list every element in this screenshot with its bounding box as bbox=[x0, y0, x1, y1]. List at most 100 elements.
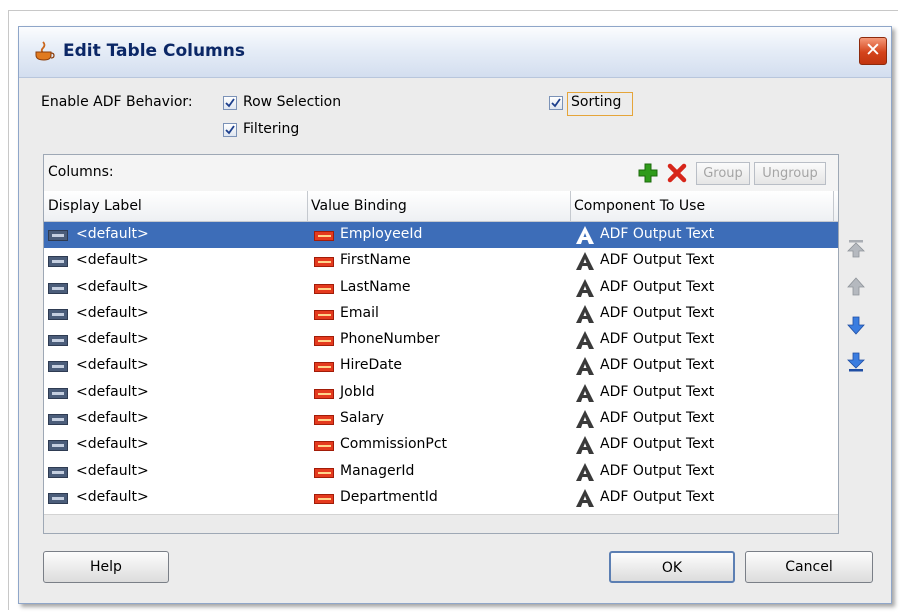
title-bar[interactable]: Edit Table Columns ✕ bbox=[19, 27, 891, 78]
enable-adf-behavior-label: Enable ADF Behavior: bbox=[41, 94, 193, 110]
output-text-component-icon bbox=[576, 252, 594, 271]
value-binding-cell[interactable]: JobId bbox=[340, 384, 375, 400]
table-row[interactable]: <default> PhoneNumber ADF Output Text bbox=[44, 327, 838, 353]
table-row[interactable]: <default> Salary ADF Output Text bbox=[44, 406, 838, 432]
display-label-icon bbox=[48, 335, 68, 347]
value-binding-cell[interactable]: LastName bbox=[340, 279, 410, 295]
column-divider[interactable] bbox=[570, 191, 571, 221]
output-text-component-icon bbox=[576, 410, 594, 429]
delete-icon[interactable] bbox=[666, 162, 688, 184]
frame-top-line bbox=[8, 10, 898, 11]
output-text-component-icon bbox=[576, 278, 594, 297]
move-top-icon[interactable] bbox=[845, 238, 867, 260]
display-label-cell[interactable]: <default> bbox=[76, 489, 149, 505]
value-binding-cell[interactable]: FirstName bbox=[340, 252, 411, 268]
table-row[interactable]: <default> Email ADF Output Text bbox=[44, 301, 838, 327]
column-header-row: Display Label Value Binding Component To… bbox=[44, 191, 838, 222]
table-row[interactable]: <default> FirstName ADF Output Text bbox=[44, 248, 838, 274]
table-row[interactable]: <default> DepartmentId ADF Output Text bbox=[44, 485, 838, 511]
display-label-icon bbox=[48, 230, 68, 241]
table-row[interactable]: <default> HireDate ADF Output Text bbox=[44, 353, 838, 379]
value-binding-cell[interactable]: CommissionPct bbox=[340, 436, 447, 452]
column-divider[interactable] bbox=[833, 191, 834, 221]
table-row[interactable]: <default> CommissionPct ADF Output Text bbox=[44, 432, 838, 458]
output-text-component-icon bbox=[576, 226, 594, 244]
add-icon[interactable] bbox=[637, 162, 659, 184]
value-binding-cell[interactable]: Email bbox=[340, 305, 379, 321]
display-label-cell[interactable]: <default> bbox=[76, 331, 149, 347]
display-label-icon bbox=[48, 361, 68, 373]
table-row[interactable]: <default> ManagerId ADF Output Text bbox=[44, 459, 838, 485]
columns-panel: Columns: Group Ungroup Display Label Val… bbox=[43, 154, 839, 534]
display-label-icon bbox=[48, 387, 68, 399]
output-text-component-icon bbox=[576, 304, 594, 323]
checkmark-icon bbox=[225, 98, 235, 108]
value-binding-cell[interactable]: EmployeeId bbox=[340, 226, 422, 242]
checkmark-icon bbox=[551, 98, 561, 108]
value-binding-icon bbox=[314, 415, 334, 426]
frame-left-line bbox=[8, 10, 9, 610]
value-binding-icon bbox=[314, 362, 334, 373]
display-label-cell[interactable]: <default> bbox=[76, 436, 149, 452]
component-cell[interactable]: ADF Output Text bbox=[600, 463, 714, 479]
component-cell[interactable]: ADF Output Text bbox=[600, 410, 714, 426]
display-label-cell[interactable]: <default> bbox=[76, 305, 149, 321]
header-value-binding[interactable]: Value Binding bbox=[311, 198, 407, 214]
sorting-label[interactable]: Sorting bbox=[571, 94, 621, 110]
ungroup-button[interactable]: Ungroup bbox=[754, 162, 826, 185]
value-binding-cell[interactable]: HireDate bbox=[340, 357, 402, 373]
sorting-checkbox[interactable] bbox=[549, 96, 563, 110]
ok-button[interactable]: OK bbox=[609, 551, 735, 583]
component-cell[interactable]: ADF Output Text bbox=[600, 305, 714, 321]
column-divider[interactable] bbox=[307, 191, 308, 221]
value-binding-cell[interactable]: PhoneNumber bbox=[340, 331, 440, 347]
display-label-cell[interactable]: <default> bbox=[76, 384, 149, 400]
dialog-title: Edit Table Columns bbox=[63, 41, 245, 61]
move-bottom-icon[interactable] bbox=[845, 351, 867, 373]
component-cell[interactable]: ADF Output Text bbox=[600, 384, 714, 400]
filtering-checkbox[interactable] bbox=[223, 123, 237, 137]
display-label-cell[interactable]: <default> bbox=[76, 463, 149, 479]
close-button[interactable]: ✕ bbox=[859, 37, 887, 65]
component-cell[interactable]: ADF Output Text bbox=[600, 331, 714, 347]
value-binding-icon bbox=[314, 309, 334, 320]
component-cell[interactable]: ADF Output Text bbox=[600, 252, 714, 268]
display-label-icon bbox=[48, 256, 68, 268]
help-button[interactable]: Help bbox=[43, 551, 169, 583]
value-binding-icon bbox=[314, 493, 334, 504]
display-label-icon bbox=[48, 414, 68, 426]
display-label-cell[interactable]: <default> bbox=[76, 252, 149, 268]
display-label-cell[interactable]: <default> bbox=[76, 226, 149, 242]
component-cell[interactable]: ADF Output Text bbox=[600, 279, 714, 295]
checkmark-icon bbox=[225, 125, 235, 135]
value-binding-cell[interactable]: ManagerId bbox=[340, 463, 414, 479]
display-label-cell[interactable]: <default> bbox=[76, 410, 149, 426]
close-icon: ✕ bbox=[865, 39, 881, 61]
table-row[interactable]: <default> JobId ADF Output Text bbox=[44, 380, 838, 406]
horizontal-scrollbar[interactable] bbox=[44, 514, 838, 533]
row-selection-label[interactable]: Row Selection bbox=[243, 94, 341, 110]
cancel-button[interactable]: Cancel bbox=[745, 551, 873, 583]
group-button[interactable]: Group bbox=[696, 162, 750, 185]
component-cell[interactable]: ADF Output Text bbox=[600, 489, 714, 505]
display-label-icon bbox=[48, 282, 68, 294]
java-cup-icon bbox=[35, 41, 55, 61]
value-binding-icon bbox=[314, 467, 334, 478]
header-display-label[interactable]: Display Label bbox=[48, 198, 142, 214]
move-up-icon[interactable] bbox=[845, 276, 867, 298]
component-cell[interactable]: ADF Output Text bbox=[600, 436, 714, 452]
display-label-cell[interactable]: <default> bbox=[76, 279, 149, 295]
row-selection-checkbox[interactable] bbox=[223, 96, 237, 110]
value-binding-cell[interactable]: DepartmentId bbox=[340, 489, 438, 505]
value-binding-icon bbox=[314, 441, 334, 452]
component-cell[interactable]: ADF Output Text bbox=[600, 226, 714, 242]
display-label-cell[interactable]: <default> bbox=[76, 357, 149, 373]
filtering-label[interactable]: Filtering bbox=[243, 121, 299, 137]
component-cell[interactable]: ADF Output Text bbox=[600, 357, 714, 373]
table-row[interactable]: <default> LastName ADF Output Text bbox=[44, 275, 838, 301]
table-row[interactable]: <default> EmployeeId ADF Output Text bbox=[44, 222, 838, 249]
move-down-icon[interactable] bbox=[845, 314, 867, 336]
display-label-icon bbox=[48, 440, 68, 452]
header-component-to-use[interactable]: Component To Use bbox=[574, 198, 705, 214]
value-binding-cell[interactable]: Salary bbox=[340, 410, 384, 426]
